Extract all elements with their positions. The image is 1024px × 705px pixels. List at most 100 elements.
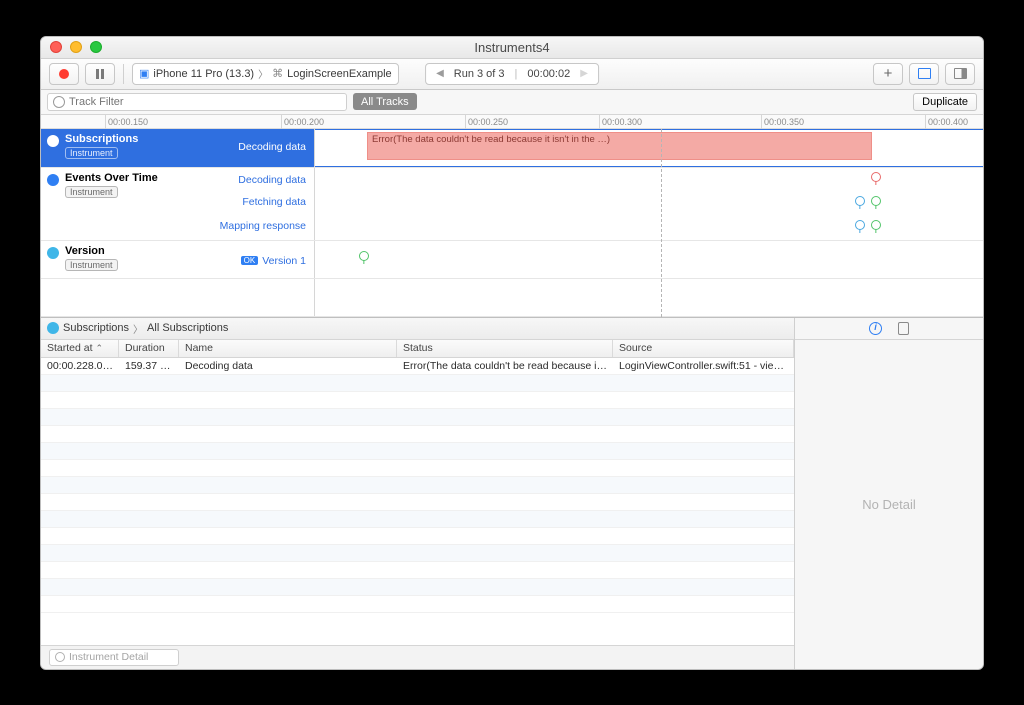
- track-body-events[interactable]: [315, 168, 983, 240]
- cell-duration: 159.37 ms: [119, 360, 179, 372]
- bottom-bar: Instrument Detail: [41, 645, 794, 669]
- track-subscriptions[interactable]: Subscriptions Instrument Decoding data E…: [41, 129, 983, 168]
- target-selector[interactable]: ▣ iPhone 11 Pro (13.3) 〉 ⌘ LoginScreenEx…: [132, 63, 399, 85]
- filter-bar: All Tracks Duplicate: [41, 90, 983, 115]
- table-row: [41, 460, 794, 477]
- process-icon: ⌘: [272, 67, 283, 80]
- event-marker-icon[interactable]: [855, 196, 865, 206]
- table-row: [41, 392, 794, 409]
- table-row: [41, 426, 794, 443]
- toolbar: ▣ iPhone 11 Pro (13.3) 〉 ⌘ LoginScreenEx…: [41, 59, 983, 90]
- track-filter-field[interactable]: [47, 93, 347, 111]
- event-marker-icon[interactable]: [855, 220, 865, 230]
- window-title: Instruments4: [41, 40, 983, 55]
- track-body-version[interactable]: [315, 241, 983, 278]
- minimize-icon[interactable]: [70, 41, 82, 53]
- table-header: Started at Duration Name Status Source: [41, 340, 794, 358]
- column-name[interactable]: Name: [179, 340, 397, 357]
- no-detail-label: No Detail: [795, 340, 983, 669]
- pause-button[interactable]: [85, 63, 115, 85]
- filter-icon: [53, 96, 65, 108]
- track-head-empty: [41, 279, 315, 316]
- event-marker-icon[interactable]: [871, 220, 881, 230]
- track-head-version[interactable]: Version Instrument OK Version 1: [41, 241, 315, 278]
- info-icon[interactable]: [869, 322, 882, 335]
- track-events[interactable]: Events Over Time Instrument Decoding dat…: [41, 168, 983, 241]
- ruler-tick: 00:00.150: [105, 115, 148, 129]
- version-icon: [47, 247, 59, 259]
- event-marker-icon[interactable]: [359, 251, 369, 261]
- duplicate-button[interactable]: Duplicate: [913, 93, 977, 111]
- ruler-tick: 00:00.350: [761, 115, 804, 129]
- close-icon[interactable]: [50, 41, 62, 53]
- ruler-tick: 00:00.400: [925, 115, 968, 129]
- run-label: Run 3 of 3: [454, 68, 505, 80]
- record-button[interactable]: [49, 63, 79, 85]
- table-row: [41, 596, 794, 613]
- error-interval-bar[interactable]: Error(The data couldn't be read because …: [367, 132, 872, 160]
- cell-name: Decoding data: [179, 360, 397, 372]
- instrument-badge: Instrument: [65, 147, 118, 159]
- instrument-detail-placeholder: Instrument Detail: [69, 651, 148, 663]
- table-body[interactable]: 00:00.228.029 159.37 ms Decoding data Er…: [41, 358, 794, 645]
- instrument-badge: Instrument: [65, 259, 118, 271]
- cell-source: LoginViewController.swift:51 - viewDidLo…: [613, 360, 794, 372]
- view-mode-button[interactable]: [909, 63, 939, 85]
- inspector-toggle-button[interactable]: [945, 63, 975, 85]
- detail-left: Subscriptions 〉 All Subscriptions Starte…: [41, 318, 795, 669]
- track-body-subscriptions[interactable]: Error(The data couldn't be read because …: [315, 129, 983, 167]
- device-icon: ▣: [139, 67, 149, 80]
- subscriptions-icon: [47, 135, 59, 147]
- all-tracks-button[interactable]: All Tracks: [353, 93, 417, 110]
- inspector-tabs: [795, 318, 983, 340]
- events-icon: [47, 174, 59, 186]
- timeline-ruler[interactable]: 00:00.150 00:00.200 00:00.250 00:00.300 …: [41, 115, 983, 129]
- column-started-at[interactable]: Started at: [41, 340, 119, 357]
- toolbar-separator: [123, 64, 124, 84]
- window-controls: [50, 41, 102, 53]
- table-row: [41, 579, 794, 596]
- table-row: [41, 511, 794, 528]
- table-row: [41, 409, 794, 426]
- run-display: ◀ Run 3 of 3 | 00:00:02 ▶: [425, 63, 599, 85]
- cell-started: 00:00.228.029: [41, 360, 119, 372]
- column-duration[interactable]: Duration: [119, 340, 179, 357]
- table-row: [41, 528, 794, 545]
- instruments-window: Instruments4 ▣ iPhone 11 Pro (13.3) 〉 ⌘ …: [40, 36, 984, 670]
- track-head-subscriptions[interactable]: Subscriptions Instrument Decoding data: [41, 129, 315, 167]
- event-marker-icon[interactable]: [871, 172, 881, 182]
- lane-label: Decoding data: [238, 172, 306, 188]
- track-filter-input[interactable]: [69, 96, 341, 108]
- table-row[interactable]: 00:00.228.029 159.37 ms Decoding data Er…: [41, 358, 794, 375]
- column-status[interactable]: Status: [397, 340, 613, 357]
- run-sep: |: [515, 68, 518, 80]
- next-run-icon[interactable]: ▶: [580, 68, 588, 79]
- subscriptions-icon: [47, 322, 59, 334]
- instrument-detail-field[interactable]: Instrument Detail: [49, 649, 179, 666]
- track-version[interactable]: Version Instrument OK Version 1: [41, 241, 983, 279]
- track-head-events[interactable]: Events Over Time Instrument Decoding dat…: [41, 168, 315, 240]
- table-row: [41, 562, 794, 579]
- ruler-tick: 00:00.300: [599, 115, 642, 129]
- process-label: LoginScreenExample: [287, 68, 392, 80]
- ruler-tick: 00:00.250: [465, 115, 508, 129]
- toolbar-right: +: [873, 63, 975, 85]
- cell-status: Error(The data couldn't be read because …: [397, 360, 613, 372]
- zoom-icon[interactable]: [90, 41, 102, 53]
- breadcrumb-item[interactable]: Subscriptions: [63, 322, 129, 334]
- column-source[interactable]: Source: [613, 340, 794, 357]
- detail-pane: Subscriptions 〉 All Subscriptions Starte…: [41, 317, 983, 669]
- add-button[interactable]: +: [873, 63, 903, 85]
- lane-label: Version 1: [262, 253, 306, 269]
- document-icon[interactable]: [898, 322, 909, 335]
- breadcrumb-item[interactable]: All Subscriptions: [147, 322, 228, 334]
- chevron-right-icon: 〉: [133, 321, 143, 336]
- tracks-pane: Subscriptions Instrument Decoding data E…: [41, 129, 983, 317]
- breadcrumb: Subscriptions 〉 All Subscriptions: [41, 318, 794, 340]
- event-marker-icon[interactable]: [871, 196, 881, 206]
- track-body-empty: [315, 279, 983, 316]
- lane-label: Fetching data: [242, 194, 306, 210]
- prev-run-icon[interactable]: ◀: [436, 68, 444, 79]
- table-row: [41, 375, 794, 392]
- playhead-indicator[interactable]: [661, 129, 662, 317]
